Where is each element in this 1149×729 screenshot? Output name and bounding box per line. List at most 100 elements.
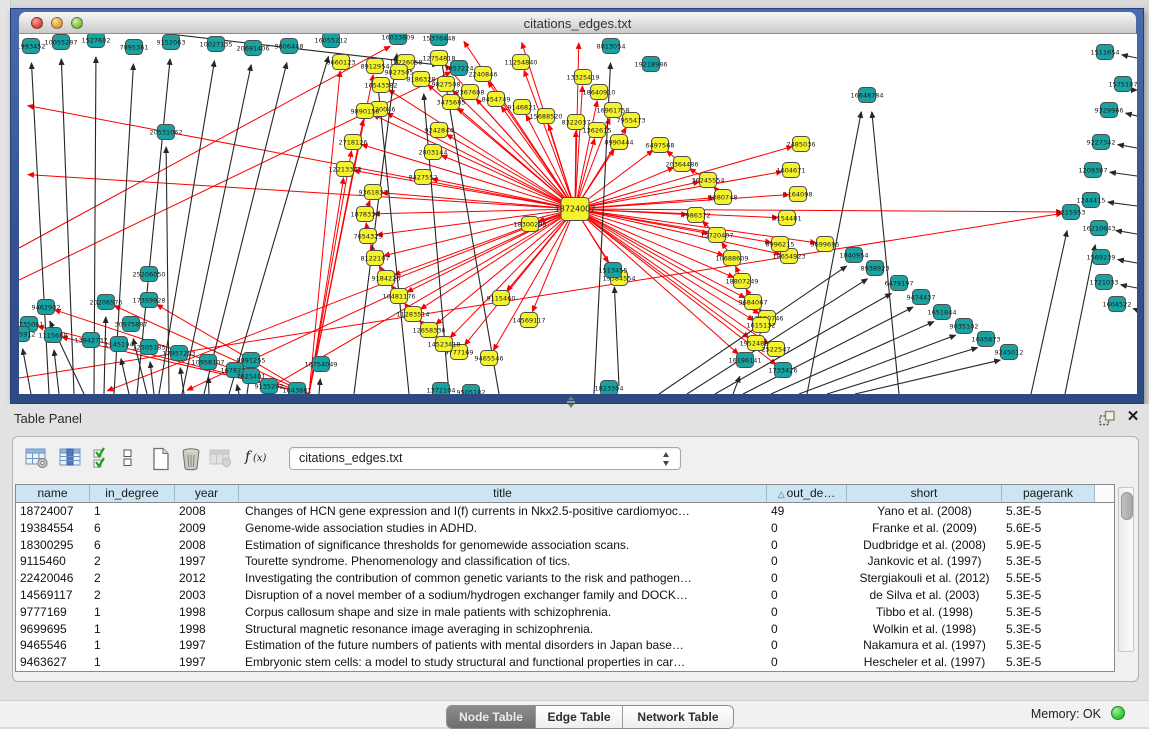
network-node[interactable]: 18640910: [582, 85, 615, 100]
network-node[interactable]: 9152063: [157, 35, 186, 50]
column-header-short[interactable]: short: [847, 485, 1002, 502]
column-header-in_degree[interactable]: in_degree: [90, 485, 175, 502]
table-row[interactable]: 1830029562008Estimation of significance …: [16, 537, 1114, 554]
function-builder-button[interactable]: f (x): [245, 449, 266, 465]
table-row[interactable]: 1872400712008Changes of HCN gene express…: [16, 503, 1114, 520]
column-header-title[interactable]: title: [239, 485, 767, 502]
network-view-window[interactable]: citations_edges.txt 18724007866012389129…: [10, 8, 1144, 404]
column-header-year[interactable]: year: [175, 485, 239, 502]
network-node[interactable]: 17359928: [132, 293, 165, 308]
network-node[interactable]: 9465546: [475, 351, 504, 366]
citation-edge-black[interactable]: [733, 376, 740, 394]
float-panel-icon[interactable]: [1098, 410, 1116, 427]
network-node[interactable]: 9242844: [425, 123, 454, 138]
citation-edge-red[interactable]: [575, 146, 792, 209]
network-node[interactable]: 19218986: [634, 57, 667, 72]
network-node[interactable]: 12505185: [132, 340, 165, 355]
network-node[interactable]: 36245554: [691, 173, 724, 188]
citation-edge-red[interactable]: [19, 46, 390, 248]
network-node[interactable]: 12658336: [412, 323, 445, 338]
citation-edge-black[interactable]: [872, 112, 899, 394]
network-node[interactable]: 1733426: [769, 363, 798, 378]
table-vertical-scrollbar[interactable]: [1118, 487, 1134, 652]
citation-edge-red[interactable]: [524, 70, 575, 209]
citation-edge-red[interactable]: [28, 106, 575, 209]
citation-edge-red[interactable]: [575, 172, 782, 209]
network-node[interactable]: 1045873: [972, 332, 1001, 347]
citation-edge-black[interactable]: [180, 368, 184, 394]
citation-edge-red[interactable]: [309, 71, 340, 394]
citation-edge-black[interactable]: [237, 385, 239, 394]
network-node[interactable]: 7485036: [787, 137, 816, 152]
close-panel-icon[interactable]: ✕: [1124, 408, 1142, 426]
network-node[interactable]: 1840954: [840, 248, 869, 263]
network-node[interactable]: 9806448: [275, 39, 304, 54]
table-row[interactable]: 1938455462009Genome-wide association stu…: [16, 520, 1114, 537]
citation-edge-black[interactable]: [771, 322, 934, 394]
table-row[interactable]: 969969511998Structural magnetic resonanc…: [16, 621, 1114, 638]
network-node[interactable]: 7895361: [120, 40, 149, 55]
table-row[interactable]: 1456911722003Disruption of a novel membe…: [16, 587, 1114, 604]
new-table-button[interactable]: [147, 445, 175, 473]
citation-edge-black[interactable]: [319, 379, 320, 394]
network-node[interactable]: 2803144: [419, 145, 448, 160]
table-row[interactable]: 911546021997Tourette syndrome. Phenomeno…: [16, 553, 1114, 570]
tab-edge-table[interactable]: Edge Table: [536, 706, 623, 728]
citation-edge-black[interactable]: [1122, 55, 1137, 58]
network-node[interactable]: 1372104: [427, 383, 456, 395]
citation-edge-black[interactable]: [1031, 231, 1067, 394]
network-node[interactable]: 8990444: [605, 135, 634, 150]
network-node[interactable]: 16055212: [314, 34, 347, 48]
network-node[interactable]: 18724007: [555, 198, 596, 221]
citation-edge-black[interactable]: [104, 317, 106, 394]
network-node[interactable]: 13325419: [566, 70, 599, 85]
network-node[interactable]: 16196141: [728, 353, 761, 368]
scrollbar-thumb[interactable]: [1121, 492, 1133, 520]
network-node[interactable]: 1575107: [1109, 77, 1137, 92]
network-node[interactable]: 1651844: [928, 305, 957, 320]
citation-edge-black[interactable]: [1110, 172, 1137, 176]
network-node[interactable]: 15720407: [700, 228, 733, 243]
network-node[interactable]: 1209387: [1079, 163, 1108, 178]
network-node[interactable]: 2718126: [339, 135, 368, 150]
network-node[interactable]: 8122107: [361, 251, 390, 266]
network-node[interactable]: 9035102: [950, 319, 979, 334]
citation-edge-red[interactable]: [575, 209, 1062, 212]
network-node[interactable]: 9154481: [773, 211, 802, 226]
table-row[interactable]: 977716911998Corpus callosum shape and si…: [16, 604, 1114, 621]
network-node[interactable]: 9245012: [995, 345, 1024, 360]
network-node[interactable]: 1080748: [709, 190, 738, 205]
network-node[interactable]: 1721033: [1090, 275, 1119, 290]
table-settings-button[interactable]: [23, 445, 51, 473]
network-node[interactable]: 20531062: [149, 125, 182, 140]
network-node[interactable]: 9474437: [907, 290, 936, 305]
column-header-out_de[interactable]: △out_de…: [767, 485, 847, 502]
network-node[interactable]: 13942737: [74, 333, 107, 348]
citation-edge-black[interactable]: [1121, 285, 1137, 288]
network-node[interactable]: 1569239: [1087, 250, 1116, 265]
network-node[interactable]: 1511654: [1091, 45, 1120, 60]
citation-edge-black[interactable]: [378, 85, 409, 394]
tab-network-table[interactable]: Network Table: [623, 706, 733, 728]
citation-edge-black[interactable]: [1116, 230, 1137, 234]
network-node[interactable]: 3475685: [437, 95, 466, 110]
network-node[interactable]: 1604522: [1103, 297, 1132, 312]
network-canvas[interactable]: 1872400786601238912954182260589827505165…: [19, 34, 1137, 394]
citation-edge-black[interactable]: [1133, 308, 1137, 310]
citation-edge-black[interactable]: [799, 335, 956, 394]
citation-network-graph[interactable]: 1872400786601238912954182260589827505165…: [19, 34, 1137, 394]
citation-edge-black[interactable]: [1126, 113, 1137, 116]
citation-edge-black[interactable]: [1118, 260, 1137, 263]
network-node[interactable]: 9505182: [457, 385, 486, 395]
network-node[interactable]: 11254840: [504, 55, 537, 70]
network-node[interactable]: 14569117: [512, 313, 545, 328]
delete-trash-button[interactable]: [177, 445, 205, 473]
citation-edge-black[interactable]: [61, 59, 74, 394]
network-node[interactable]: 7654329: [354, 229, 383, 244]
row-height-button[interactable]: [119, 445, 137, 473]
network-node[interactable]: 9462902: [32, 300, 61, 315]
citation-edge-black[interactable]: [614, 287, 619, 386]
citation-edge-black[interactable]: [1118, 145, 1137, 148]
network-node[interactable]: 1164098: [784, 187, 813, 202]
citation-edge-black[interactable]: [1065, 245, 1095, 394]
